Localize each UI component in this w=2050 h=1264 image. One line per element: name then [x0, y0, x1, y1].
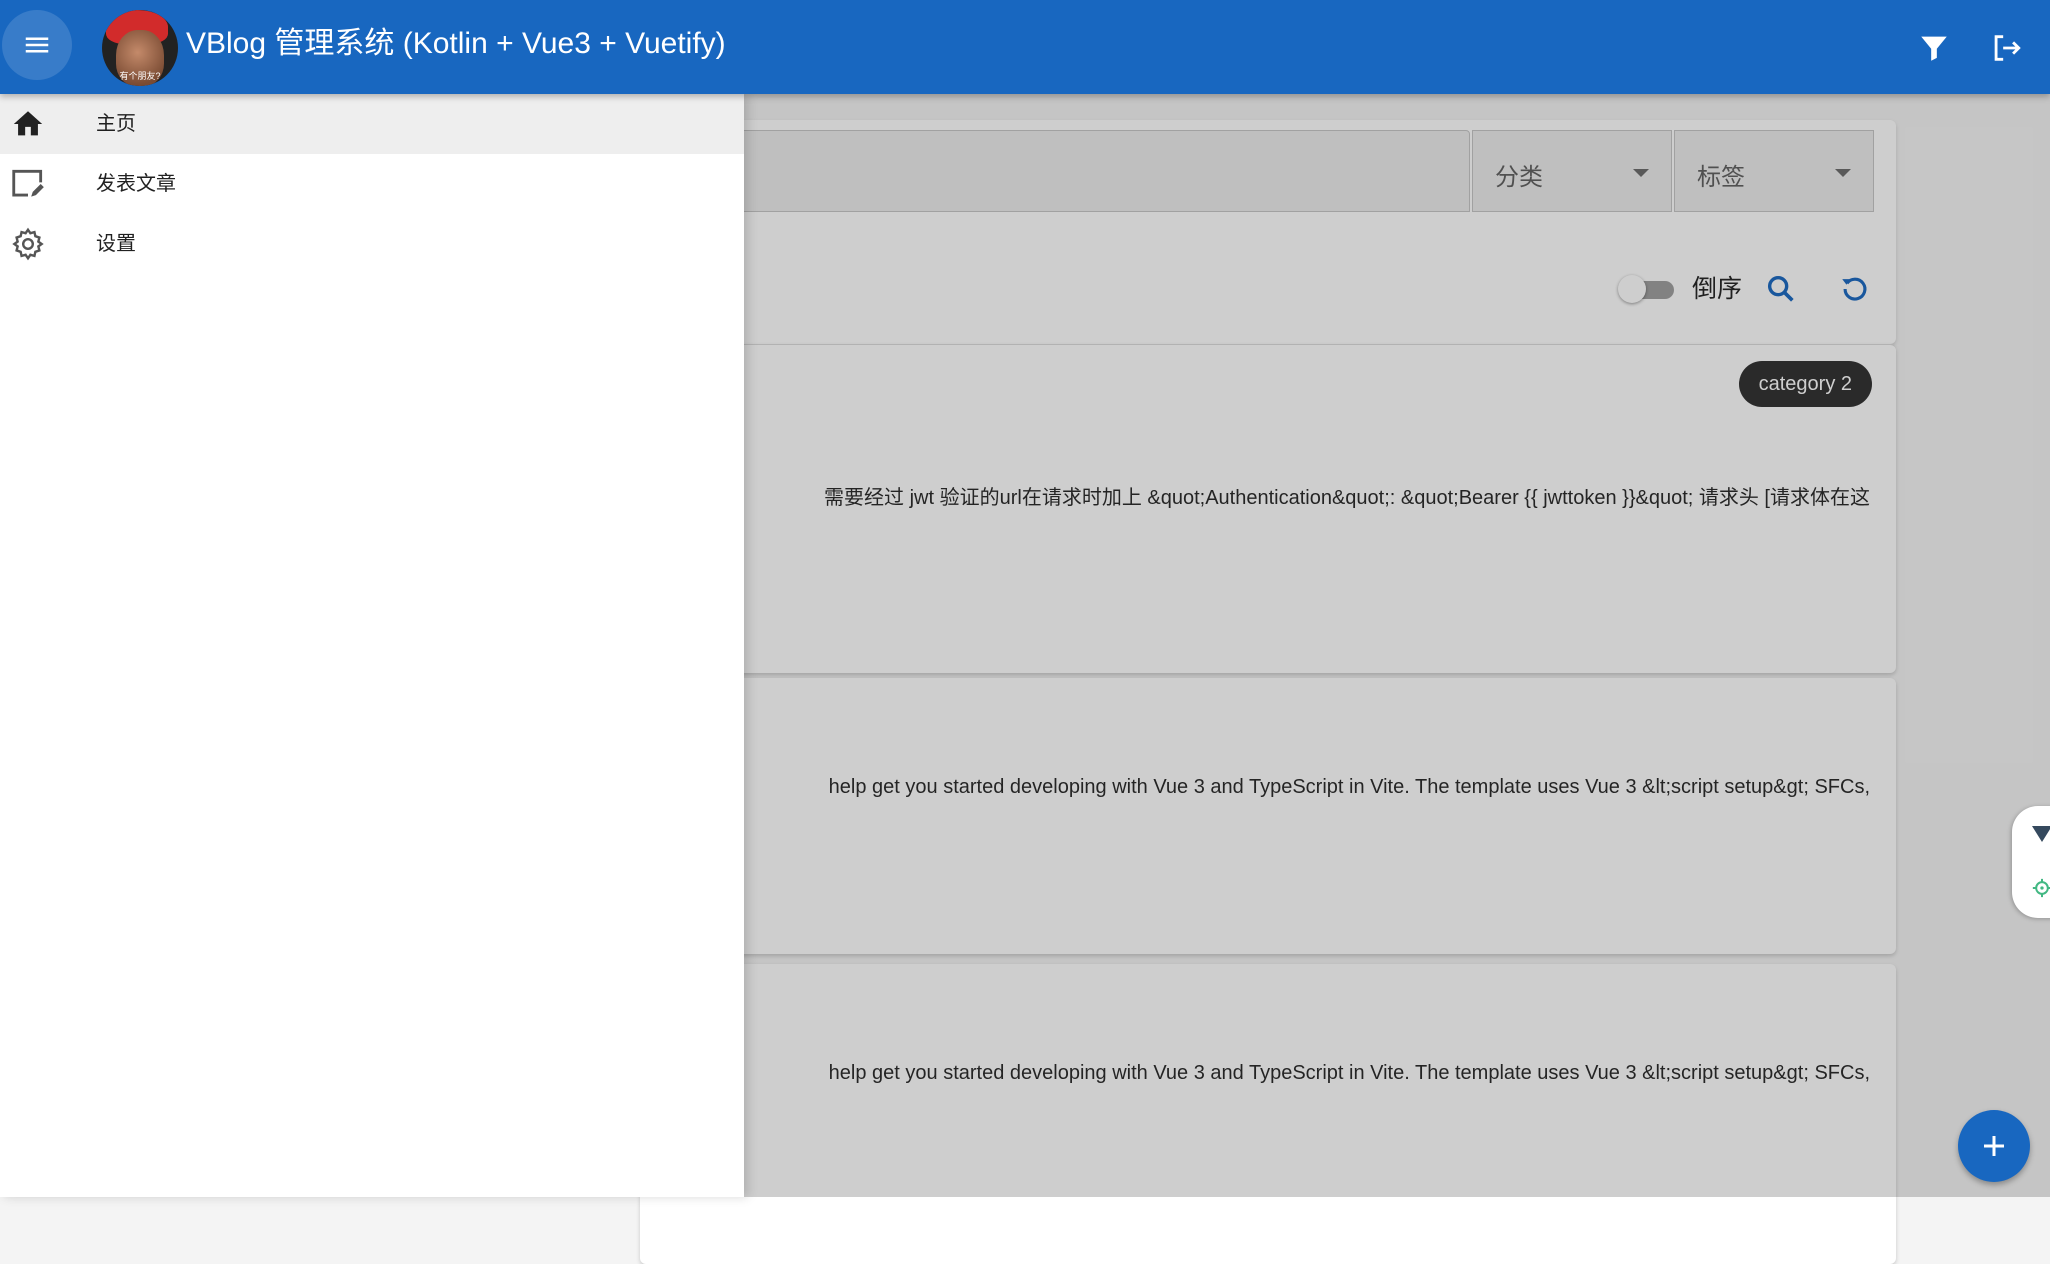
logout-button[interactable] [1982, 24, 2030, 72]
vue-logo-icon [2032, 826, 2050, 842]
avatar[interactable]: 有个朋友? [102, 10, 178, 86]
vue-devtools-widget[interactable] [2012, 806, 2050, 918]
filter-icon [1921, 36, 1947, 61]
add-post-button[interactable] [1958, 1110, 2030, 1182]
target-icon[interactable] [2032, 878, 2050, 898]
logout-icon [1994, 35, 2021, 61]
nav-item-label: 设置 [96, 233, 136, 255]
app-bar: 有个朋友? VBlog 管理系统 (Kotlin + Vue3 + Vuetif… [0, 0, 2050, 94]
menu-button[interactable] [2, 10, 72, 80]
nav-item-label: 主页 [96, 113, 136, 135]
edit-post-icon [8, 164, 48, 204]
gear-icon [8, 224, 48, 264]
plus-icon [1984, 1136, 2004, 1156]
home-icon [8, 104, 48, 144]
avatar-caption: 有个朋友? [119, 71, 161, 81]
nav-item-home[interactable]: 主页 [0, 94, 744, 154]
nav-item-settings[interactable]: 设置 [0, 214, 744, 274]
nav-item-write-post[interactable]: 发表文章 [0, 154, 744, 214]
menu-icon [25, 37, 49, 53]
nav-item-label: 发表文章 [96, 173, 176, 195]
filter-button[interactable] [1910, 24, 1958, 72]
app-title: VBlog 管理系统 (Kotlin + Vue3 + Vuetify) [186, 27, 726, 60]
navigation-drawer: 主页 发表文章 设置 [0, 94, 744, 1197]
